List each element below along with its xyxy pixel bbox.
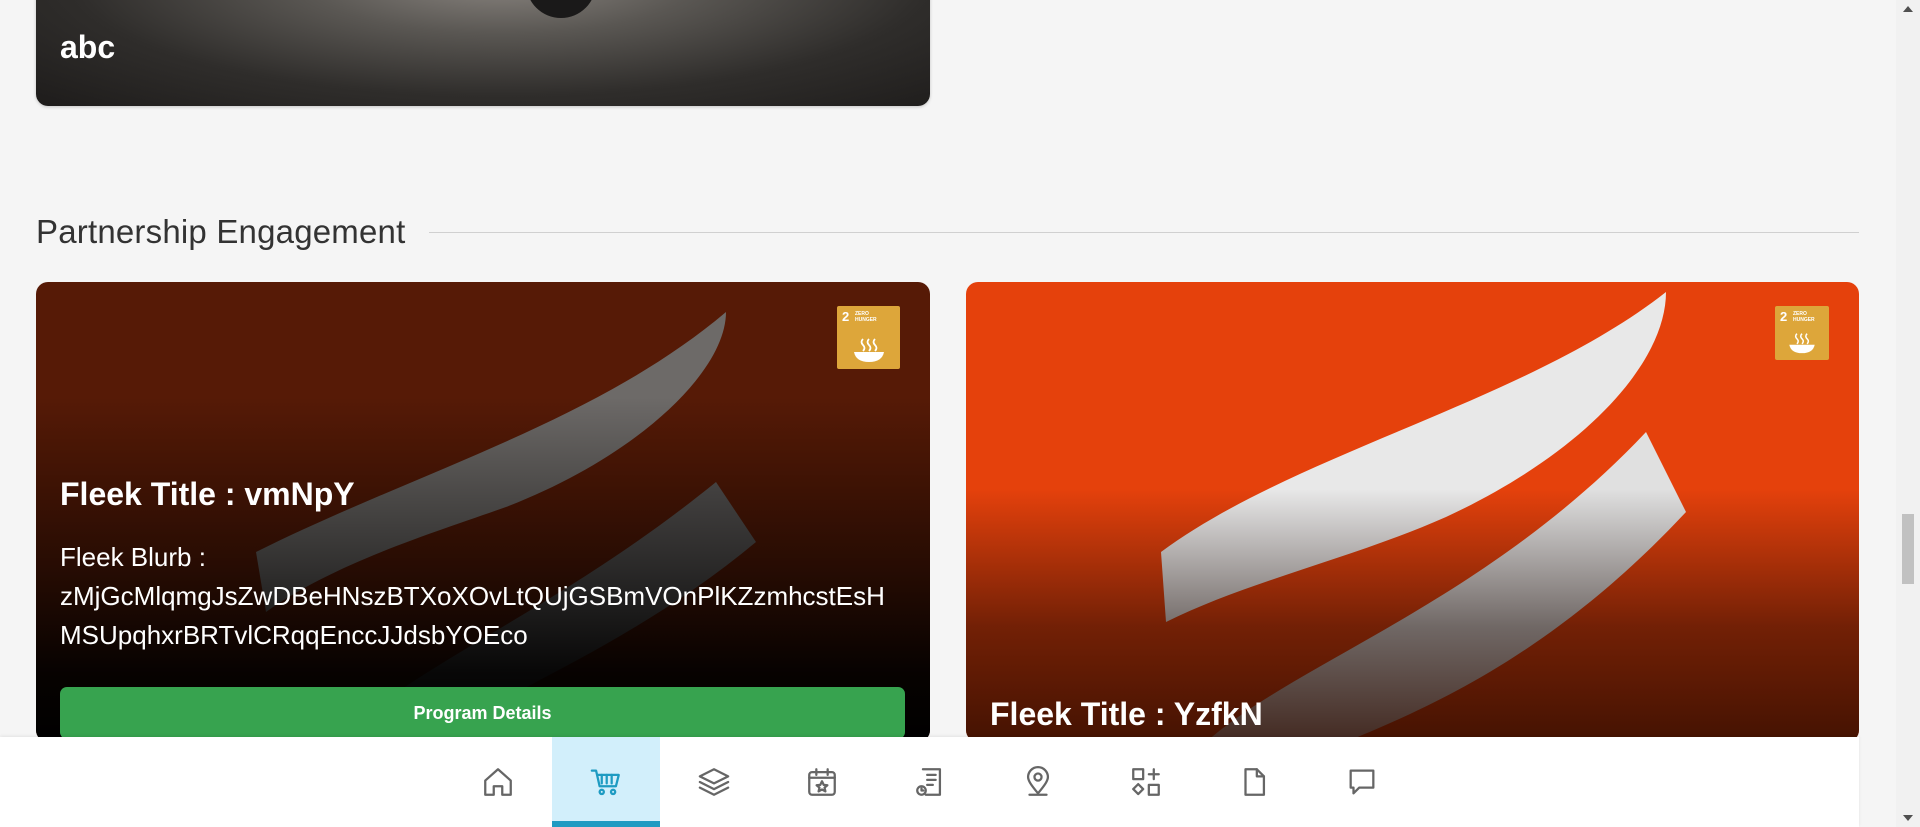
bottom-navigation [0,737,1859,827]
scroll-down-arrow-icon[interactable] [1903,815,1913,821]
section-header: Partnership Engagement [36,213,1859,251]
card-title: Fleek Title : vmNpY [60,476,355,512]
card-blurb: Fleek Blurb : zMjGcMlqmgJsZwDBeHNszBTXoX… [60,538,905,655]
program-details-button[interactable]: Program Details [60,687,905,739]
cart-icon [590,769,620,796]
previous-card[interactable]: abc [36,0,930,106]
scroll-up-arrow-icon[interactable] [1903,6,1913,12]
program-card[interactable]: 2 ZERO HUNGER Fleek Title : vmNpY Fleek … [36,282,930,742]
sdg-badge: 2 ZERO HUNGER [1775,306,1829,360]
file-icon [1243,768,1265,796]
calendar-star-icon [807,768,836,796]
sdg-number: 2 [842,309,850,324]
location-pin-icon [1026,766,1049,796]
program-card[interactable]: 2 ZERO HUNGER Fleek Title : YzfkN [966,282,1859,742]
nav-chat[interactable] [1308,737,1416,827]
nav-files[interactable] [1200,737,1308,827]
page-scrollbar[interactable] [1896,0,1920,827]
apps-icon [1131,768,1160,796]
card-overlay [966,282,1859,742]
bowl-icon [1789,333,1815,354]
sdg-number: 2 [1780,309,1788,324]
nav-locations[interactable] [984,737,1092,827]
nav-documents[interactable] [876,737,984,827]
previous-card-title: abc [60,29,116,65]
card-title: Fleek Title : YzfkN [990,696,1263,732]
blurb-label: Fleek Blurb : [60,542,206,572]
home-icon [483,768,512,796]
document-list-icon [915,768,941,796]
layers-icon [698,768,729,796]
chat-icon [1349,769,1374,795]
nav-layers[interactable] [660,737,768,827]
nav-apps[interactable] [1092,737,1200,827]
section-divider [429,231,1859,233]
nav-events[interactable] [768,737,876,827]
card-image-animal [526,0,596,18]
bowl-icon [853,338,884,362]
nav-cart[interactable] [551,737,660,827]
blurb-text: zMjGcMlqmgJsZwDBeHNszBTXoXOvLtQUjGSBmVOn… [60,581,885,650]
scrollbar-thumb[interactable] [1902,514,1914,584]
nav-home[interactable] [444,737,552,827]
sdg-label: ZERO HUNGER [855,311,877,323]
sdg-label: ZERO HUNGER [1793,311,1815,323]
section-title: Partnership Engagement [36,213,406,250]
sdg-badge: 2 ZERO HUNGER [837,306,900,369]
